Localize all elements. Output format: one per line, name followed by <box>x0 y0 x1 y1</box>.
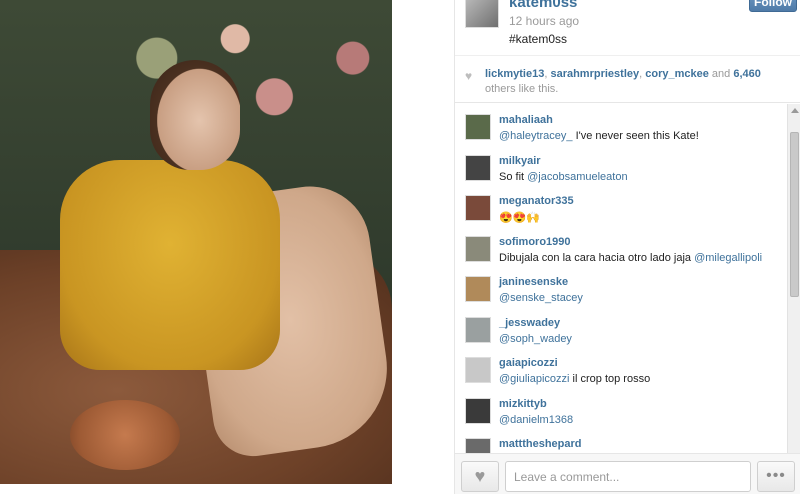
scroll-up-arrow-icon[interactable] <box>791 108 799 113</box>
commenter-avatar[interactable] <box>465 195 491 221</box>
commenter-username[interactable]: mizkittyb <box>499 398 547 410</box>
comment-item: meganator335 😍😍🙌 <box>455 185 787 226</box>
comment-item: mizkittyb @danielm1368 <box>455 388 787 429</box>
commenter-avatar[interactable] <box>465 397 491 424</box>
comments-list: mahaliaah @haleytracey_ I've never seen … <box>455 104 787 453</box>
post-photo[interactable] <box>0 0 392 484</box>
comment-body: I've never seen this Kate! <box>572 130 699 142</box>
likes-count[interactable]: 6,460 <box>733 68 761 80</box>
post-timestamp[interactable]: 12 hours ago <box>509 14 579 28</box>
photo-head <box>150 60 240 170</box>
comment-mention[interactable]: @danielm1368 <box>499 414 573 426</box>
comment-text: @soph_wadey <box>499 333 572 345</box>
post-caption[interactable]: #katem0ss <box>509 32 567 46</box>
photo-bottom-strip <box>0 484 392 494</box>
likes-and: and <box>708 68 734 80</box>
comment-text: Dibujala con la cara hacia otro lado jaj… <box>499 252 762 264</box>
liker-username[interactable]: cory_mckee <box>645 68 709 80</box>
photo-gutter <box>392 0 454 494</box>
liker-username[interactable]: sarahmrpriestley <box>550 68 639 80</box>
heart-icon: ♥ <box>474 466 486 486</box>
comment-mention[interactable]: @haleytracey_ <box>499 130 573 142</box>
comment-mention[interactable]: @milegallipoli <box>694 252 762 264</box>
comment-mention[interactable]: @senske_stacey <box>499 292 583 304</box>
comment-body: Dibujala con la cara hacia otro lado jaj… <box>499 251 695 264</box>
comment-text: @danielm1368 <box>499 414 573 426</box>
comment-footer: ♥ ••• <box>455 453 800 494</box>
comment-body: il crop top rosso <box>569 373 651 385</box>
photo-pillow <box>70 400 180 470</box>
comment-mention[interactable]: @jacobsamueleaton <box>527 171 627 183</box>
comment-input[interactable] <box>505 461 751 492</box>
comment-item: matttheshepard <box>455 428 787 453</box>
comments-scrollbar[interactable] <box>787 104 800 453</box>
commenter-avatar[interactable] <box>465 154 491 181</box>
likes-others-text: others like this. <box>485 83 559 95</box>
comment-body: So fit <box>499 170 528 183</box>
liker-username[interactable]: lickmytie13 <box>485 68 544 80</box>
more-options-button[interactable]: ••• <box>757 461 795 492</box>
photo-sweater <box>60 160 280 370</box>
comment-mention[interactable]: @soph_wadey <box>499 333 572 345</box>
commenter-username[interactable]: meganator335 <box>499 195 574 207</box>
commenter-username[interactable]: mahaliaah <box>499 114 553 126</box>
like-button[interactable]: ♥ <box>461 461 499 492</box>
commenter-username[interactable]: matttheshepard <box>499 438 582 450</box>
commenter-username[interactable]: _jesswadey <box>499 317 560 329</box>
comment-text: @senske_stacey <box>499 292 583 304</box>
author-avatar[interactable] <box>465 0 499 28</box>
scrollbar-thumb[interactable] <box>790 132 799 297</box>
commenter-username[interactable]: gaiapicozzi <box>499 357 558 369</box>
commenter-username[interactable]: milkyair <box>499 155 541 167</box>
author-username[interactable]: katem0ss <box>509 0 577 11</box>
comment-text: @giuliapicozzi il crop top rosso <box>499 373 650 385</box>
commenter-username[interactable]: janinesenske <box>499 276 568 288</box>
comment-item: gaiapicozzi @giuliapicozzi il crop top r… <box>455 347 787 388</box>
comment-mention[interactable]: @giuliapicozzi <box>499 373 569 385</box>
post-side-panel: katem0ss 12 hours ago #katem0ss Follow ♥… <box>454 0 800 494</box>
comment-text: @haleytracey_ I've never seen this Kate! <box>499 130 699 142</box>
comment-item: _jesswadey @soph_wadey <box>455 307 787 348</box>
commenter-username[interactable]: sofimoro1990 <box>499 236 571 248</box>
comment-item: janinesenske @senske_stacey <box>455 266 787 307</box>
comment-text: So fit @jacobsamueleaton <box>499 171 628 183</box>
commenter-avatar[interactable] <box>465 438 491 453</box>
comment-item: sofimoro1990 Dibujala con la cara hacia … <box>455 226 787 267</box>
comment-item: mahaliaah @haleytracey_ I've never seen … <box>455 104 787 145</box>
comment-item: milkyair So fit @jacobsamueleaton <box>455 145 787 186</box>
commenter-avatar[interactable] <box>465 357 491 383</box>
comment-text: 😍😍🙌 <box>499 212 541 224</box>
follow-button[interactable]: Follow <box>749 0 797 12</box>
commenter-avatar[interactable] <box>465 316 491 343</box>
likes-summary: ♥ lickmytie13, sarahmrpriestley, cory_mc… <box>455 55 800 103</box>
commenter-avatar[interactable] <box>465 114 491 140</box>
commenter-avatar[interactable] <box>465 235 491 262</box>
commenter-avatar[interactable] <box>465 276 491 302</box>
post-header: katem0ss 12 hours ago #katem0ss Follow <box>455 0 800 55</box>
heart-icon: ♥ <box>465 69 473 83</box>
likes-line: lickmytie13, sarahmrpriestley, cory_mcke… <box>485 68 761 80</box>
